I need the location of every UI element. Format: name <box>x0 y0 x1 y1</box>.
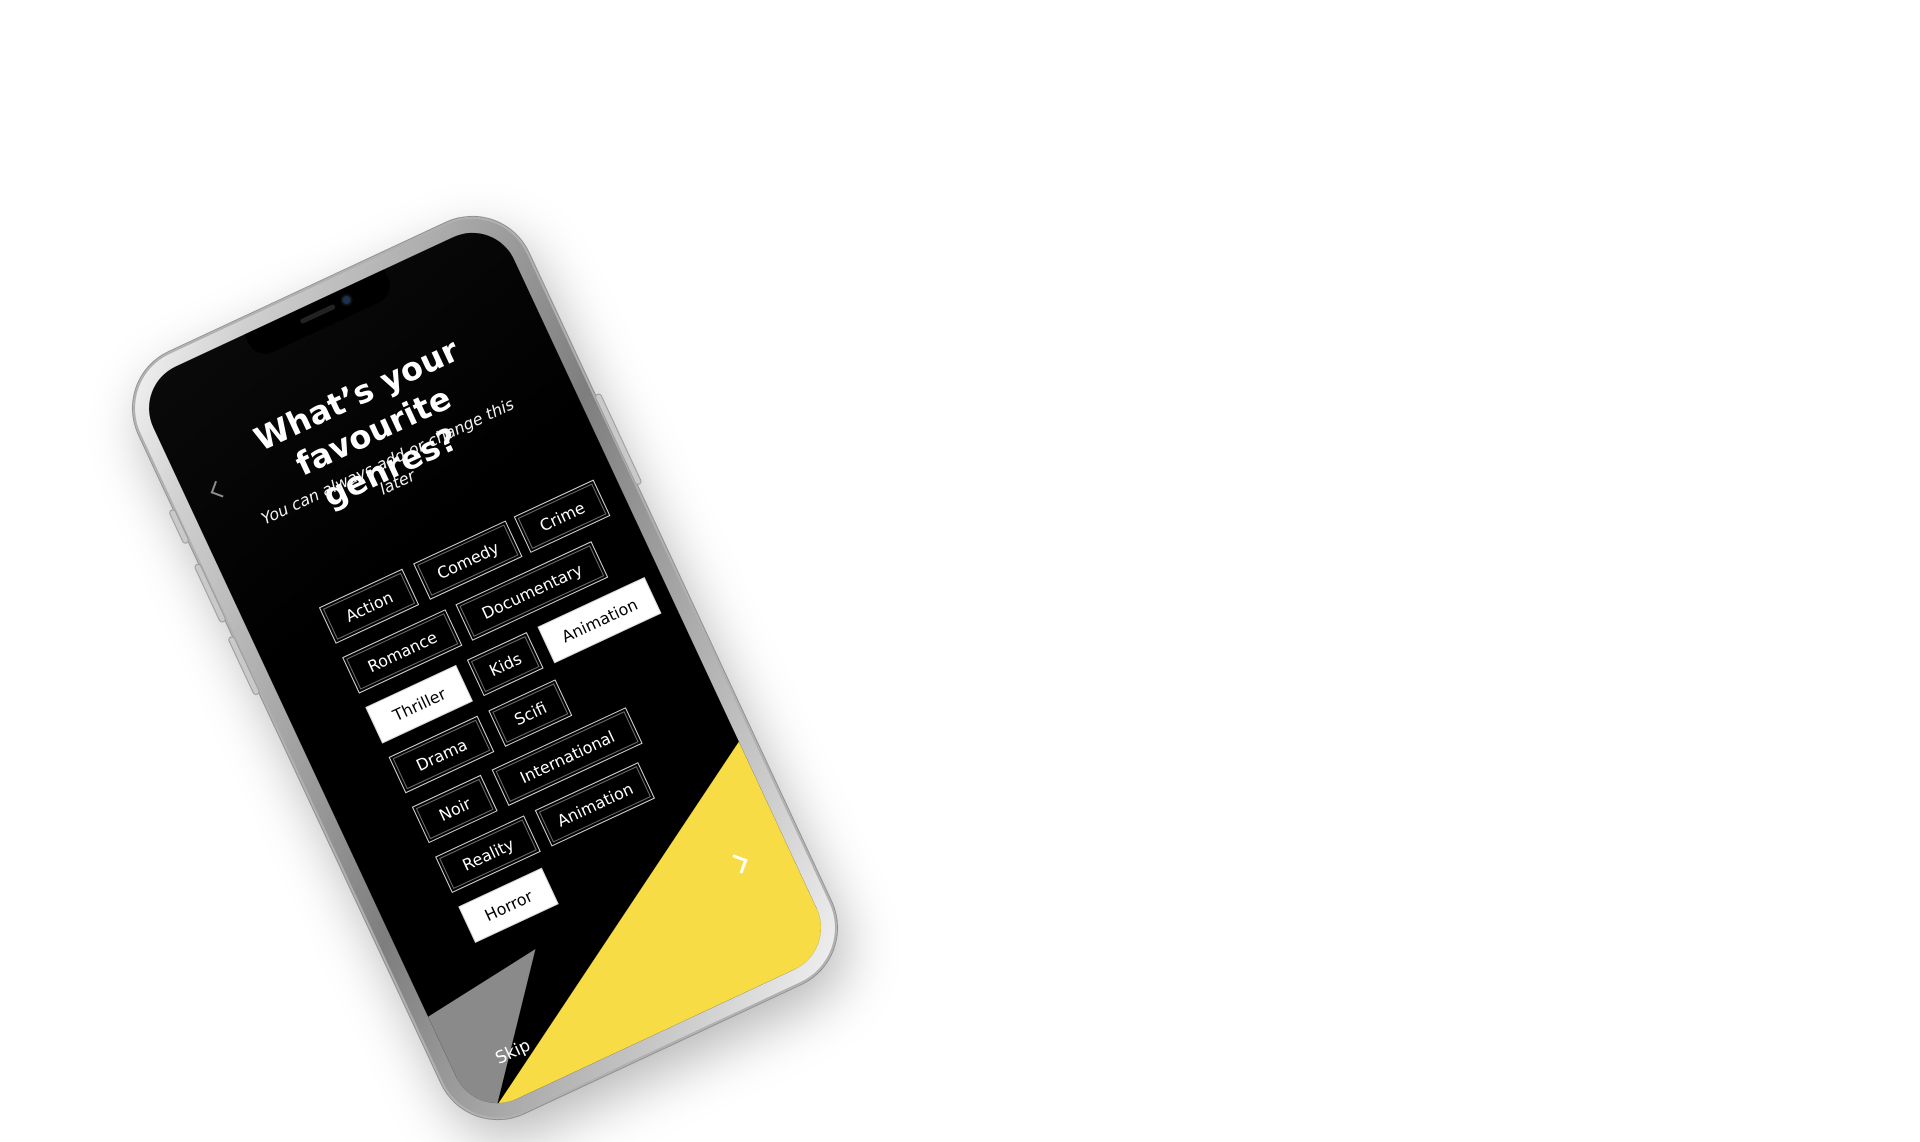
skip-button[interactable]: Skip <box>492 1035 533 1068</box>
next-button[interactable] <box>715 842 760 887</box>
app-screen: What’s your favourite genres? You can al… <box>133 217 837 1119</box>
mockup-scene: What’s your favourite genres? You can al… <box>0 0 1920 1140</box>
genre-chip-kids[interactable]: Kids <box>466 632 544 697</box>
phone-side-button <box>169 509 189 544</box>
genre-chip-crime[interactable]: Crime <box>513 479 611 553</box>
front-camera <box>341 294 352 306</box>
skip-panel-shape <box>428 948 536 1119</box>
speaker-grille <box>299 303 337 325</box>
phone-notch <box>244 269 396 360</box>
phone-mockup: What’s your favourite genres? You can al… <box>112 196 858 1140</box>
